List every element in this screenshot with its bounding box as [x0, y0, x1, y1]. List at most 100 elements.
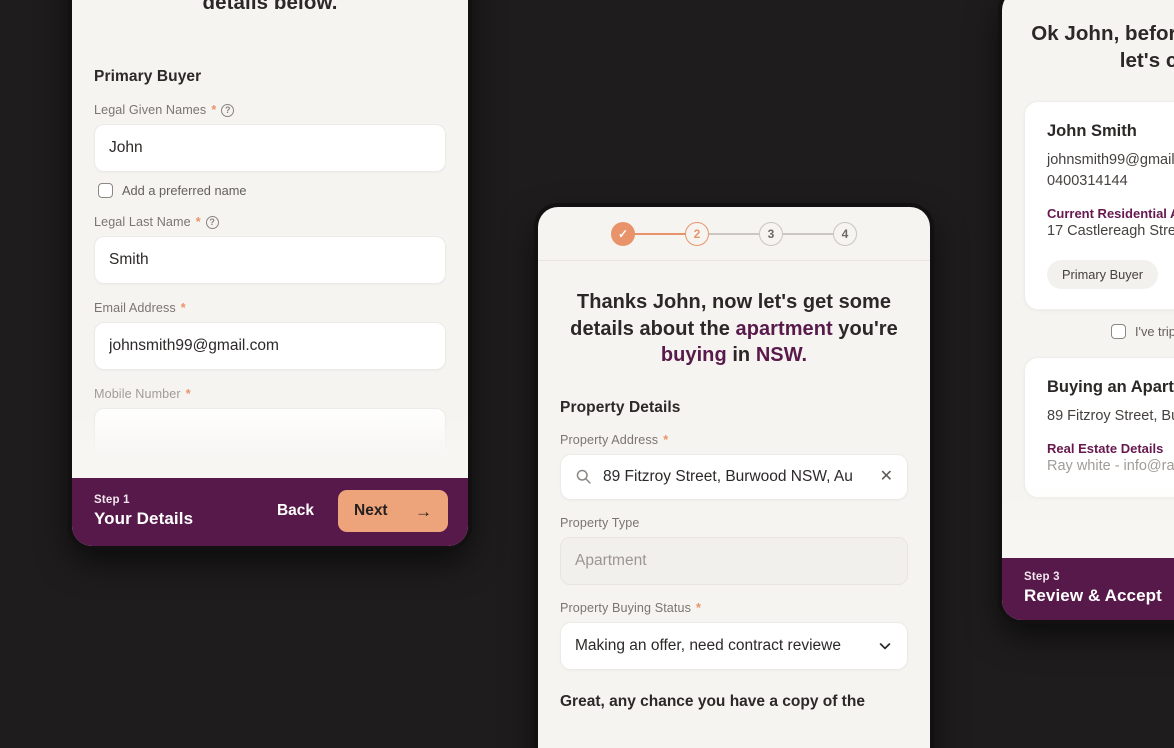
center-card-title: Thanks John, now let's get some details … — [560, 261, 908, 369]
step-title-label: Review & Accept — [1024, 585, 1162, 605]
label-legal-given-names: Legal Given Names * ? — [94, 103, 446, 117]
label-mobile-number: Mobile Number * — [94, 387, 446, 401]
left-footer-step: Step 1 Your Details — [94, 493, 193, 529]
label-property-buying-status: Property Buying Status * — [560, 601, 908, 615]
triple-checked-checkbox[interactable] — [1110, 323, 1126, 339]
add-preferred-name-checkbox[interactable] — [98, 183, 113, 199]
primary-buyer-pill: Primary Buyer — [1047, 259, 1159, 289]
required-asterisk: * — [696, 600, 702, 615]
property-address-value: 89 Fitzroy Street, Burwood NSW, Au — [603, 467, 853, 485]
label-text: Email Address — [94, 301, 176, 316]
contract-copy-question: Great, any chance you have a copy of the — [560, 692, 865, 710]
right-card-title: Ok John, before we proceed, let's check — [1031, 22, 1174, 73]
label-property-address: Property Address * — [560, 433, 908, 447]
step-1-your-details-card: Please provide your personal details bel… — [72, 0, 468, 546]
label-email-address: Email Address * — [94, 301, 446, 315]
center-card-body: Thanks John, now let's get some details … — [538, 261, 930, 748]
right-footer-step: Step 3 Review & Accept — [1024, 570, 1162, 606]
check-icon: ✓ — [617, 227, 629, 241]
buyer-name: John Smith — [1047, 121, 1137, 140]
title-part-buying: buying — [660, 344, 727, 367]
stepper-step-4[interactable]: 4 — [833, 222, 857, 246]
step-number-label: Step 3 — [1024, 570, 1060, 583]
title-part-apartment: apartment — [735, 317, 833, 340]
property-address-summary: 89 Fitzroy Street, Burwood — [1047, 407, 1174, 424]
property-heading: Buying an Apartment — [1047, 377, 1174, 396]
stepper-connector-1 — [635, 233, 685, 235]
left-footer-actions: Back Next → — [269, 490, 448, 532]
stepper-connector-3 — [783, 233, 833, 235]
property-summary-panel: Buying an Apartment 89 Fitzroy Street, B… — [1024, 356, 1174, 499]
chevron-down-icon — [877, 638, 893, 654]
label-legal-last-name: Legal Last Name * ? — [94, 215, 446, 229]
triple-checked-label: I've triple checked — [1134, 323, 1174, 339]
real-estate-agent: Ray white - info@raywhite.com — [1047, 458, 1174, 474]
next-button[interactable]: Next → — [338, 490, 448, 532]
required-asterisk: * — [211, 103, 217, 118]
stepper-connector-2 — [709, 233, 759, 235]
app-stage: Please provide your personal details bel… — [0, 0, 1174, 748]
stepper-step-1[interactable]: ✓ — [611, 222, 635, 246]
field-mobile-number: Mobile Number * — [94, 387, 446, 457]
add-preferred-name-row[interactable]: Add a preferred name — [98, 183, 446, 199]
stepper-step-3[interactable]: 3 — [759, 222, 783, 246]
buyer-address: 17 Castlereagh Street — [1047, 222, 1174, 239]
field-property-address: Property Address * 89 Fitzroy Street, Bu… — [560, 433, 908, 500]
label-text: Legal Last Name — [94, 215, 191, 230]
label-property-type: Property Type — [560, 516, 908, 530]
label-text: Property Address — [560, 432, 659, 447]
right-card-footer: Step 3 Review & Accept — [1002, 557, 1174, 620]
left-card-body: Please provide your personal details bel… — [72, 0, 468, 478]
progress-stepper: ✓ 2 3 4 — [538, 207, 930, 261]
close-icon[interactable]: ✕ — [880, 468, 893, 485]
property-buying-status-select[interactable]: Making an offer, need contract reviewe — [560, 621, 908, 670]
left-card-footer: Step 1 Your Details Back Next → — [72, 478, 468, 546]
step-2-property-details-card: ✓ 2 3 4 Thanks John, now let's get some … — [538, 207, 930, 748]
buyer-summary-panel: John Smith johnsmith99@gmail.com 0400314… — [1024, 100, 1174, 310]
title-part-2: you're — [832, 317, 898, 340]
mobile-number-input[interactable] — [94, 408, 446, 457]
field-legal-last-name: Legal Last Name * ? — [94, 215, 446, 285]
search-icon — [575, 468, 592, 485]
stepper-step-2[interactable]: 2 — [685, 222, 709, 246]
triple-checked-row[interactable]: I've triple checked — [1028, 323, 1174, 339]
required-asterisk: * — [195, 215, 201, 230]
legal-last-name-input[interactable] — [94, 236, 446, 285]
add-preferred-name-label: Add a preferred name — [122, 183, 247, 199]
right-card-body: Ok John, before we proceed, let's check … — [1002, 0, 1174, 558]
required-asterisk: * — [663, 432, 669, 447]
left-card-title: Please provide your personal details bel… — [202, 0, 338, 15]
help-icon[interactable]: ? — [205, 215, 219, 229]
label-text: Mobile Number — [94, 387, 181, 402]
property-type-input — [560, 536, 908, 585]
title-part-nsw: NSW — [755, 344, 802, 367]
help-icon[interactable]: ? — [221, 103, 235, 117]
label-text: Legal Given Names — [94, 103, 207, 118]
buyer-email: johnsmith99@gmail.com — [1047, 151, 1174, 168]
field-email-address: Email Address * — [94, 301, 446, 371]
field-property-type: Property Type — [560, 516, 908, 585]
label-text: Property Buying Status — [560, 600, 692, 615]
next-button-label: Next — [354, 502, 388, 519]
step-title-label: Your Details — [94, 508, 194, 528]
legal-given-names-input[interactable] — [94, 124, 446, 173]
title-part-4: in — [726, 344, 756, 367]
property-buying-status-value: Making an offer, need contract reviewe — [575, 636, 841, 654]
required-asterisk: * — [185, 387, 191, 402]
current-residential-address-heading: Current Residential Address — [1047, 205, 1174, 221]
email-address-input[interactable] — [94, 322, 446, 371]
step-3-review-accept-card: Ok John, before we proceed, let's check … — [1002, 0, 1174, 620]
buyer-phone: 0400314144 — [1047, 172, 1128, 189]
primary-buyer-heading: Primary Buyer — [94, 68, 202, 86]
arrow-right-icon: → — [415, 501, 432, 521]
title-part-period: . — [801, 344, 808, 367]
field-property-buying-status: Property Buying Status * Making an offer… — [560, 601, 908, 670]
back-button[interactable]: Back — [269, 496, 322, 526]
property-address-input[interactable]: 89 Fitzroy Street, Burwood NSW, Au ✕ — [560, 453, 908, 500]
label-text: Property Type — [560, 515, 640, 530]
required-asterisk: * — [180, 301, 186, 316]
field-legal-given-names: Legal Given Names * ? — [94, 103, 446, 173]
real-estate-details-heading: Real Estate Details — [1047, 441, 1164, 456]
step-number-label: Step 1 — [94, 493, 130, 506]
property-details-heading: Property Details — [560, 398, 681, 416]
